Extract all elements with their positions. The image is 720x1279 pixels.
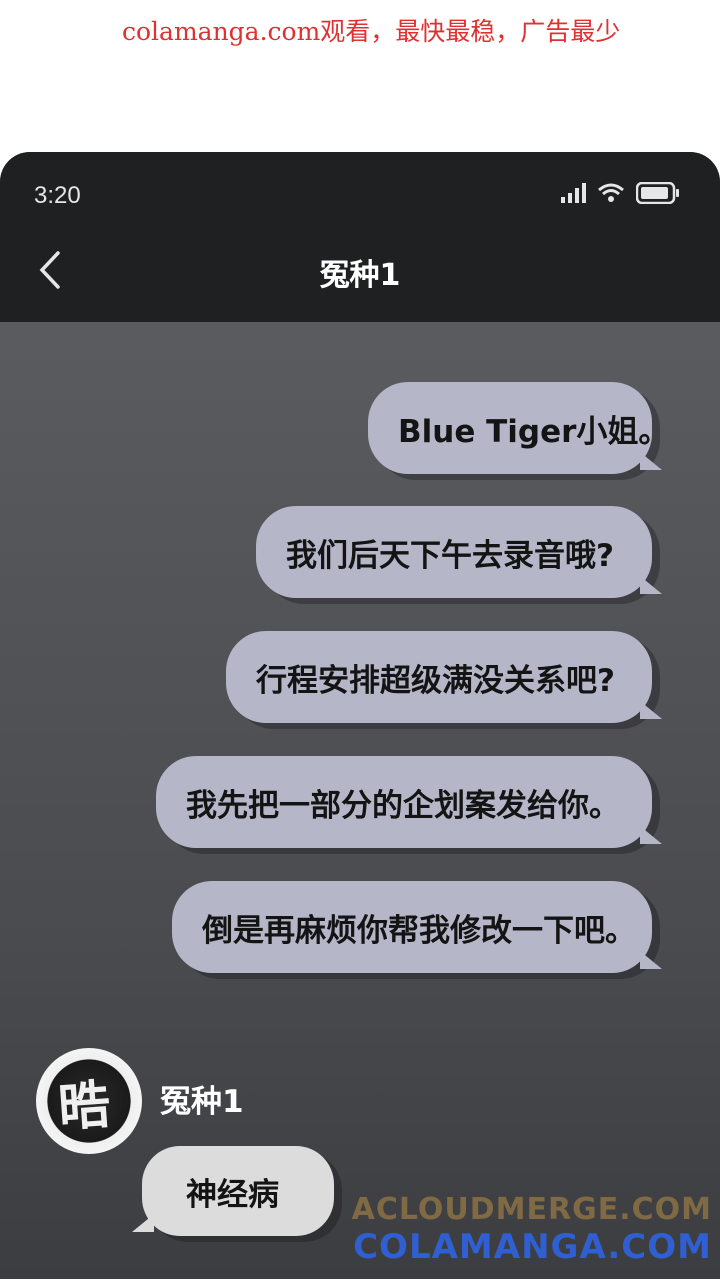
battery-icon (636, 182, 679, 204)
watermark-line-2: COLAMANGA.COM (353, 1227, 712, 1267)
message-text: 神经病 (186, 1176, 279, 1213)
message-bubble-out[interactable]: 倒是再麻烦你帮我修改一下吧。 (172, 881, 662, 973)
message-bubble-in[interactable]: 神经病 (132, 1146, 334, 1236)
message-bubble-out[interactable]: 我们后天下午去录音哦? (256, 506, 662, 598)
signal-icon (561, 183, 586, 203)
message-bubble-out[interactable]: 行程安排超级满没关系吧? (226, 631, 662, 723)
message-bubble-out[interactable]: 我先把一部分的企划案发给你。 (156, 756, 662, 848)
banner-text: colamanga.com观看，最快最稳，广告最少 (122, 17, 621, 46)
chat-title: 冤种1 (319, 258, 401, 293)
message-bubble-out[interactable]: Blue Tiger小姐。 (368, 382, 669, 474)
avatar-glyph: 晧 (56, 1075, 113, 1139)
message-text: 我们后天下午去录音哦? (286, 537, 614, 574)
top-banner: colamanga.com观看，最快最稳，广告最少 (0, 0, 720, 152)
status-icons (560, 182, 680, 204)
status-time: 3:20 (34, 182, 81, 209)
watermark: ACLOUDMERGE.COM COLAMANGA.COM (352, 1192, 712, 1267)
message-text: 我先把一部分的企划案发给你。 (186, 787, 620, 824)
watermark-line-1: ACLOUDMERGE.COM (351, 1192, 712, 1227)
message-text: 行程安排超级满没关系吧? (256, 662, 615, 699)
chat-header: 3:20 冤种1 (0, 152, 720, 322)
avatar[interactable]: 晧 (36, 1048, 142, 1154)
chat-screen: 3:20 冤种1 Blue Tiger小姐。 我们后天下午去录音哦? 行程安排超… (0, 152, 720, 1279)
message-text: Blue Tiger小姐。 (398, 413, 670, 450)
message-text: 倒是再麻烦你帮我修改一下吧。 (202, 912, 636, 949)
sender-name: 冤种1 (160, 1084, 244, 1120)
wifi-icon (598, 183, 624, 202)
